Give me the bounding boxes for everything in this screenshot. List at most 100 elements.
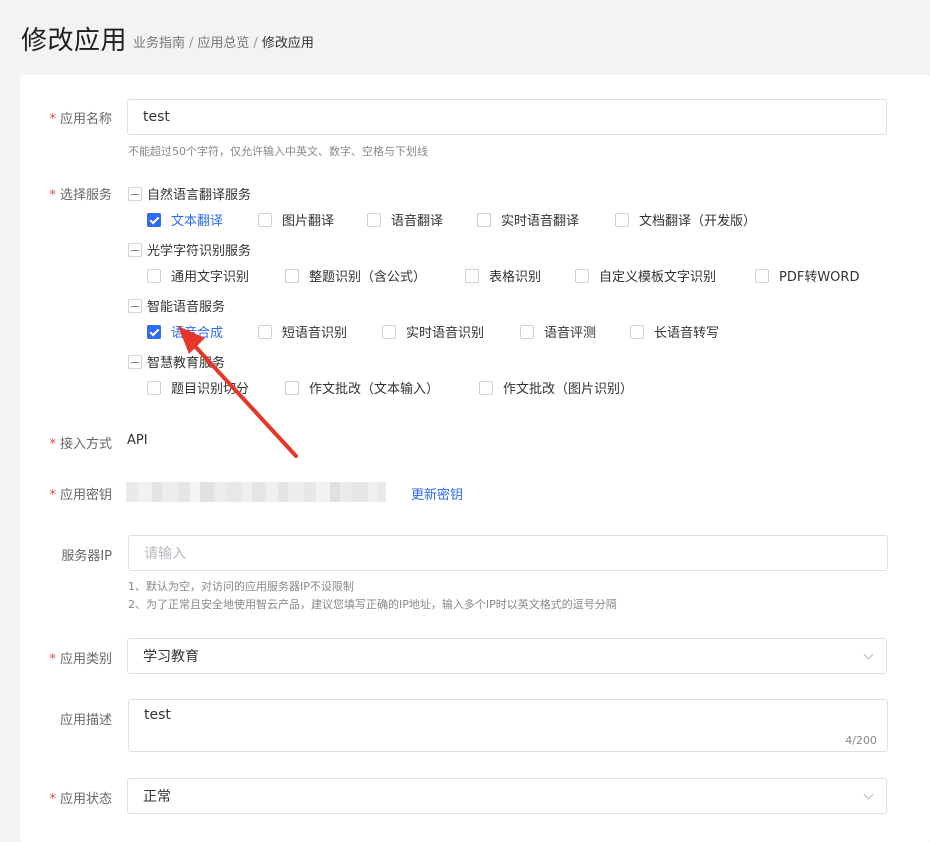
app-description-value: test (144, 707, 171, 723)
checkbox[interactable] (147, 380, 161, 395)
server-ip-placeholder: 请输入 (144, 546, 186, 562)
page-title: 修改应用 (21, 26, 128, 56)
service-group-translation[interactable]: 自然语言翻译服务 (128, 184, 251, 203)
group-title: 智慧教育服务 (147, 356, 226, 371)
app-secret-label-text: 应用密钥 (59, 488, 112, 503)
option-label: 文档翻译（开发版） (639, 214, 757, 229)
server-ip-label-text: 服务器IP (61, 549, 112, 564)
option-text-translation[interactable]: 文本翻译 (147, 210, 223, 229)
breadcrumb-separator: / (189, 36, 194, 51)
group-checkbox[interactable] (128, 298, 142, 313)
option-label: 作文批改（文本输入） (309, 382, 440, 397)
checkbox[interactable] (258, 212, 272, 227)
app-name-label: * 应用名称 (49, 108, 112, 127)
checkbox[interactable] (367, 212, 381, 227)
char-counter: 4/200 (845, 734, 877, 747)
option-essay-text[interactable]: 作文批改（文本输入） (285, 378, 439, 397)
option-label: 文本翻译 (171, 214, 224, 229)
chevron-down-icon[interactable] (863, 789, 874, 800)
group-title: 自然语言翻译服务 (147, 188, 252, 203)
group-checkbox[interactable] (128, 354, 142, 369)
option-label: 长语音转写 (654, 326, 720, 341)
breadcrumb-item-guide[interactable]: 业务指南 (133, 36, 185, 51)
server-ip-label: 服务器IP (61, 545, 112, 564)
option-essay-image[interactable]: 作文批改（图片识别） (479, 378, 633, 397)
checkbox[interactable] (147, 324, 161, 339)
breadcrumb-separator: / (253, 36, 258, 51)
service-group-education[interactable]: 智慧教育服务 (128, 352, 225, 371)
checkbox[interactable] (147, 212, 161, 227)
option-label: 自定义模板文字识别 (599, 270, 717, 285)
services-label: * 选择服务 (49, 184, 112, 203)
option-long-speech-transcription[interactable]: 长语音转写 (630, 322, 719, 341)
group-checkbox[interactable] (128, 186, 142, 201)
option-pdf-to-word[interactable]: PDF转WORD (755, 266, 859, 285)
option-label: 图片翻译 (282, 214, 335, 229)
app-category-value: 学习教育 (143, 649, 199, 665)
option-image-translation[interactable]: 图片翻译 (258, 210, 334, 229)
option-label: 语音翻译 (391, 214, 444, 229)
required-mark: * (49, 488, 56, 503)
option-label: 实时语音翻译 (501, 214, 580, 229)
app-status-value: 正常 (143, 789, 171, 805)
chevron-down-icon[interactable] (863, 649, 874, 660)
access-method-label-text: 接入方式 (59, 437, 112, 452)
option-label: 语音评测 (544, 326, 597, 341)
service-group-speech[interactable]: 智能语音服务 (128, 296, 225, 315)
required-mark: * (49, 112, 56, 127)
checkbox[interactable] (285, 380, 299, 395)
breadcrumb-item-overview[interactable]: 应用总览 (197, 36, 249, 51)
checkbox[interactable] (382, 324, 396, 339)
checkbox[interactable] (477, 212, 491, 227)
server-ip-hint-1: 1、默认为空，对访问的应用服务器IP不设限制 (128, 580, 354, 593)
option-document-translation[interactable]: 文档翻译（开发版） (615, 210, 756, 229)
option-question-segmentation[interactable]: 题目识别切分 (147, 378, 249, 397)
option-short-speech-recognition[interactable]: 短语音识别 (258, 322, 347, 341)
app-status-select[interactable]: 正常 (127, 778, 887, 814)
checkbox[interactable] (147, 268, 161, 283)
option-realtime-speech-translation[interactable]: 实时语音翻译 (477, 210, 579, 229)
option-table-ocr[interactable]: 表格识别 (465, 266, 541, 285)
option-label: 整题识别（含公式） (309, 270, 427, 285)
option-label: 表格识别 (489, 270, 542, 285)
app-name-input[interactable]: test (127, 99, 887, 135)
app-description-label-text: 应用描述 (59, 713, 112, 728)
group-title: 智能语音服务 (147, 300, 226, 315)
option-template-ocr[interactable]: 自定义模板文字识别 (575, 266, 716, 285)
checkbox[interactable] (258, 324, 272, 339)
app-category-label: * 应用类别 (49, 648, 112, 667)
update-secret-link[interactable]: 更新密钥 (411, 484, 463, 503)
checkbox[interactable] (479, 380, 493, 395)
app-name-label-text: 应用名称 (59, 112, 112, 127)
checkbox[interactable] (630, 324, 644, 339)
required-mark: * (49, 792, 56, 807)
option-realtime-speech-recognition[interactable]: 实时语音识别 (382, 322, 484, 341)
option-general-ocr[interactable]: 通用文字识别 (147, 266, 249, 285)
option-question-ocr[interactable]: 整题识别（含公式） (285, 266, 426, 285)
app-category-label-text: 应用类别 (59, 652, 112, 667)
checkbox[interactable] (285, 268, 299, 283)
option-label: 作文批改（图片识别） (503, 382, 634, 397)
option-speech-synthesis[interactable]: 语音合成 (147, 322, 223, 341)
server-ip-input[interactable]: 请输入 (128, 535, 888, 571)
option-label: 通用文字识别 (171, 270, 250, 285)
checkbox[interactable] (575, 268, 589, 283)
app-secret-label: * 应用密钥 (49, 484, 112, 503)
services-label-text: 选择服务 (59, 188, 112, 203)
service-group-ocr[interactable]: 光学字符识别服务 (128, 240, 251, 259)
option-speech-evaluation[interactable]: 语音评测 (520, 322, 596, 341)
checkbox[interactable] (465, 268, 479, 283)
app-name-hint: 不能超过50个字符，仅允许输入中英文、数字、空格与下划线 (128, 145, 428, 158)
app-description-label: 应用描述 (60, 709, 112, 728)
required-mark: * (49, 437, 56, 452)
option-label: 实时语音识别 (406, 326, 485, 341)
app-category-select[interactable]: 学习教育 (127, 638, 887, 674)
option-speech-translation[interactable]: 语音翻译 (367, 210, 443, 229)
app-status-label-text: 应用状态 (59, 792, 112, 807)
app-description-textarea[interactable]: test 4/200 (128, 699, 888, 752)
checkbox[interactable] (520, 324, 534, 339)
group-checkbox[interactable] (128, 242, 142, 257)
checkbox[interactable] (615, 212, 629, 227)
option-label: 语音合成 (171, 326, 224, 341)
checkbox[interactable] (755, 268, 769, 283)
